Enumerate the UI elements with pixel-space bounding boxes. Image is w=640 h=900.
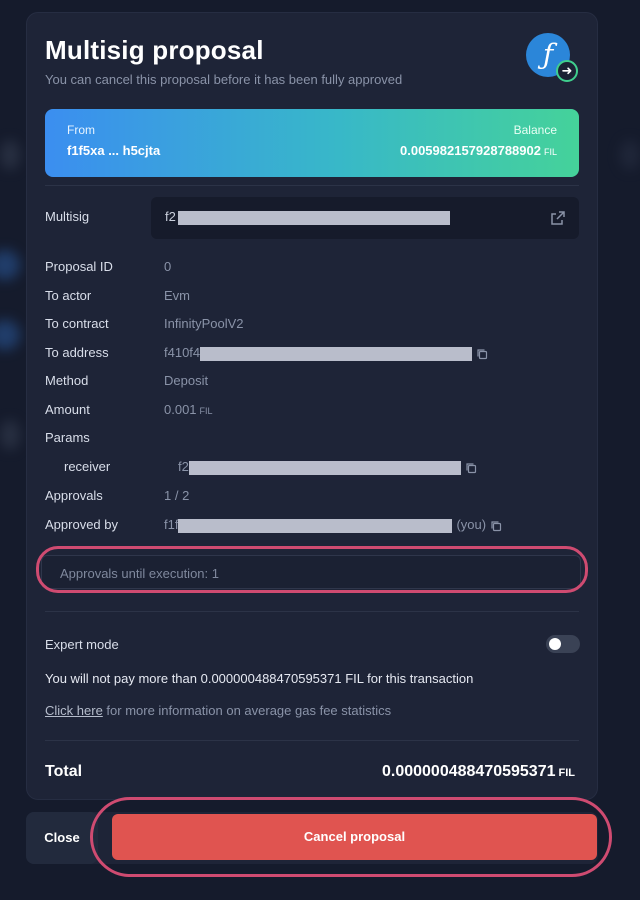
highlight-outline [90, 797, 612, 877]
amount-unit: FIL [199, 406, 213, 416]
approved-by-value: f1f (you) [164, 517, 502, 533]
redacted-block [177, 210, 450, 225]
total-unit: FIL [558, 767, 576, 779]
redacted-block [178, 518, 453, 533]
multisig-address: f2 [165, 209, 450, 225]
total-value: 0.000000488470595371 FIL [381, 763, 576, 780]
proposal-id-value: 0 [164, 259, 172, 274]
approvals-label: Approvals [45, 488, 103, 503]
modal-title: Multisig proposal [45, 35, 264, 65]
arrow-right-icon: ➜ [556, 60, 578, 82]
params-label: Params [45, 430, 90, 445]
proposal-id-label: Proposal ID [45, 259, 113, 274]
highlight-outline [36, 546, 588, 593]
close-button[interactable]: Close [26, 812, 98, 864]
copy-icon[interactable] [465, 462, 477, 474]
approved-by-label: Approved by [45, 517, 118, 532]
gas-stats-link[interactable]: Click here [45, 703, 103, 718]
amount-label: Amount [45, 402, 90, 417]
background-blur [0, 250, 20, 280]
gas-fee-info: Click here for more information on avera… [45, 703, 392, 718]
background-blur [0, 320, 20, 350]
method-label: Method [45, 373, 89, 388]
from-balance-card: From f1f5xa ... h5cjta Balance 0.0059821… [45, 109, 579, 177]
divider [45, 740, 579, 741]
amount-value: 0.001 FIL [164, 402, 213, 417]
multisig-label: Multisig [45, 209, 90, 224]
redacted-block [188, 460, 461, 475]
to-address-value: f410f4 [164, 345, 488, 361]
expert-mode-label: Expert mode [45, 637, 119, 652]
approvals-value: 1 / 2 [164, 488, 190, 503]
you-suffix: (you) [456, 517, 487, 532]
divider [45, 185, 579, 186]
to-actor-value: Evm [164, 288, 190, 303]
external-link-icon[interactable] [549, 209, 567, 227]
to-address-label: To address [45, 345, 109, 360]
expert-mode-toggle[interactable] [546, 635, 580, 653]
total-label: Total [45, 763, 83, 780]
from-label: From [67, 123, 95, 137]
redacted-block [200, 346, 473, 361]
divider [45, 611, 579, 612]
multisig-address-field: f2 [151, 197, 579, 239]
balance-label: Balance [513, 123, 557, 137]
to-actor-label: To actor [45, 288, 92, 303]
multisig-proposal-modal: Multisig proposal You can cancel this pr… [26, 12, 598, 800]
toggle-knob [549, 638, 561, 650]
background-blur [0, 140, 20, 170]
method-value: Deposit [164, 373, 209, 388]
background-blur [0, 420, 20, 450]
from-address: f1f5xa ... h5cjta [67, 143, 161, 158]
receiver-value: f2 [178, 459, 477, 475]
modal-subtitle: You can cancel this proposal before it h… [45, 72, 403, 87]
to-contract-label: To contract [45, 316, 109, 331]
copy-icon[interactable] [490, 520, 502, 532]
balance-unit: FIL [543, 147, 557, 157]
receiver-label: receiver [64, 459, 111, 474]
to-contract-value: InfinityPoolV2 [164, 316, 244, 331]
background-blur [620, 140, 640, 170]
max-fee-notice: You will not pay more than 0.00000048847… [45, 671, 474, 686]
copy-icon[interactable] [476, 348, 488, 360]
balance-value: 0.005982157928788902 FIL [400, 143, 557, 158]
